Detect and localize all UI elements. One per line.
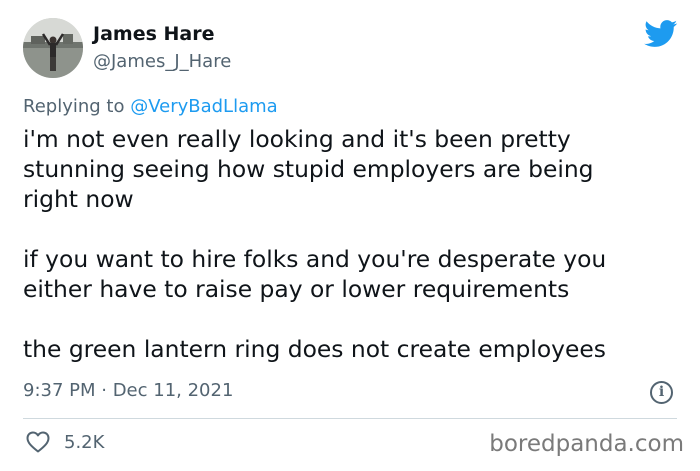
tweet-timestamp[interactable]: 9:37 PM · Dec 11, 2021: [23, 380, 233, 401]
tweet-text: i'm not even really looking and it's bee…: [23, 124, 683, 364]
watermark: boredpanda.com: [489, 431, 684, 457]
reply-context: Replying to @VeryBadLlama: [23, 96, 278, 117]
like-count: 5.2K: [64, 431, 105, 453]
avatar-photo: [23, 18, 83, 78]
heart-icon: [26, 431, 50, 453]
author-handle[interactable]: @James_J_Hare: [93, 51, 231, 72]
avatar[interactable]: [23, 18, 83, 78]
tweet-line: if you want to hire folks and you're des…: [23, 245, 607, 273]
twitter-bird-icon[interactable]: [644, 20, 678, 48]
divider: [23, 418, 677, 419]
tweet-line: right now: [23, 185, 134, 213]
tweet-card: James Hare @James_J_Hare Replying to @Ve…: [0, 0, 700, 471]
tweet-line: stunning seeing how stupid employers are…: [23, 155, 594, 183]
reply-prefix: Replying to: [23, 96, 131, 117]
like-button[interactable]: 5.2K: [26, 431, 104, 453]
tweet-line: the green lantern ring does not create e…: [23, 335, 606, 363]
tweet-line: i'm not even really looking and it's bee…: [23, 125, 571, 153]
info-icon[interactable]: i: [650, 381, 673, 404]
tweet-line: either have to raise pay or lower requir…: [23, 275, 570, 303]
reply-mention-link[interactable]: @VeryBadLlama: [130, 96, 277, 117]
author-name[interactable]: James Hare: [93, 23, 214, 45]
